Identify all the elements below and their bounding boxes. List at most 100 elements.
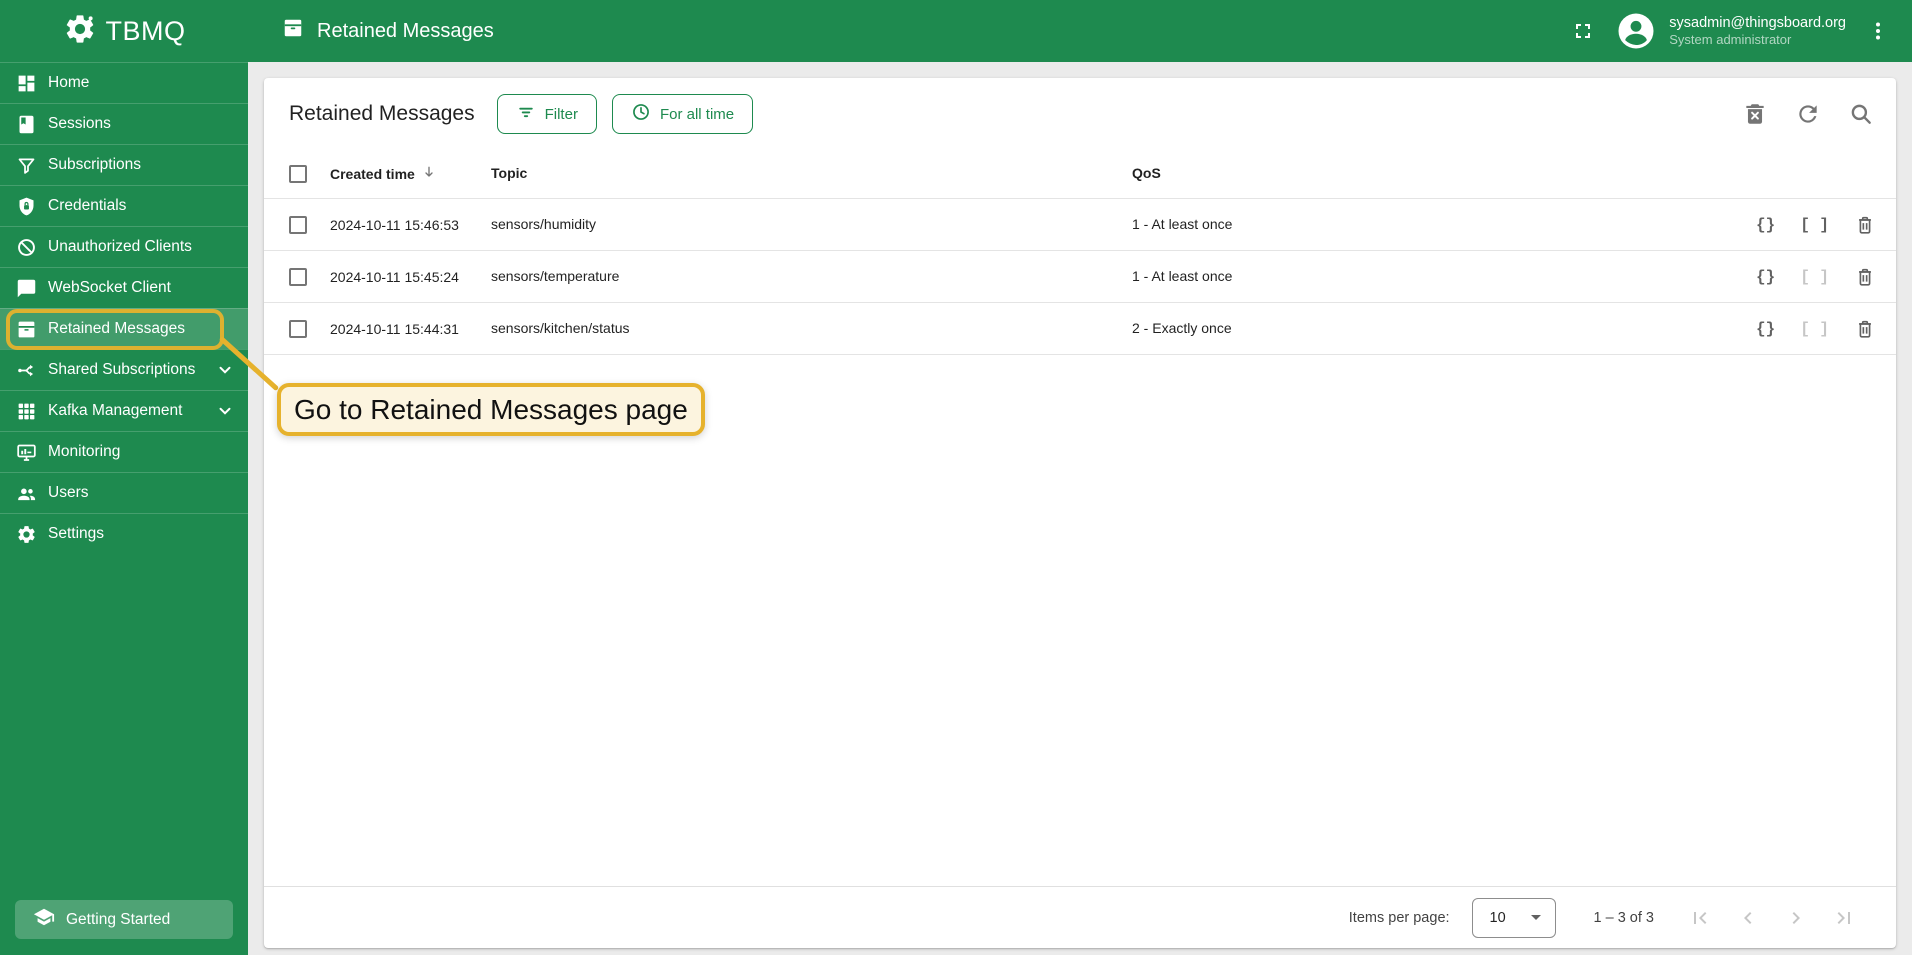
delete-row-button[interactable] <box>1854 214 1876 236</box>
items-per-page-select[interactable]: 10 <box>1472 898 1556 938</box>
sidebar-item-label: Sessions <box>48 115 111 133</box>
archive-icon <box>282 17 304 45</box>
column-header-qos[interactable]: QoS <box>1132 165 1726 183</box>
row-checkbox[interactable] <box>289 216 307 234</box>
show-payload-json-button[interactable]: {} <box>1756 268 1775 286</box>
chevron-down-icon <box>216 361 234 379</box>
sidebar-item-label: Shared Subscriptions <box>48 361 195 379</box>
sidebar-item-label: Unauthorized Clients <box>48 238 192 256</box>
delete-row-button[interactable] <box>1854 318 1876 340</box>
fullscreen-button[interactable] <box>1571 19 1595 43</box>
sidebar-item-label: Users <box>48 484 88 502</box>
page-title: Retained Messages <box>289 102 475 126</box>
sidebar-item-credentials[interactable]: Credentials <box>0 185 248 226</box>
sidebar-item-label: Kafka Management <box>48 402 182 420</box>
pagination-range-label: 1 – 3 of 3 <box>1594 910 1654 926</box>
search-icon[interactable] <box>1848 101 1874 127</box>
sidebar-item-settings[interactable]: Settings <box>0 513 248 554</box>
select-all-checkbox[interactable] <box>289 165 307 183</box>
sidebar-item-unauthorized-clients[interactable]: Unauthorized Clients <box>0 226 248 267</box>
sidebar-item-kafka-management[interactable]: Kafka Management <box>0 390 248 431</box>
gear-icon <box>13 521 39 547</box>
user-properties-button[interactable]: [ ] <box>1800 216 1829 234</box>
tbmq-gear-logo-icon <box>63 12 97 51</box>
tbmq-logo[interactable]: TBMQ <box>0 0 248 62</box>
monitor-icon <box>13 439 39 465</box>
sidebar-item-label: WebSocket Client <box>48 279 171 297</box>
filter-button[interactable]: Filter <box>497 94 597 134</box>
people-icon <box>13 480 39 506</box>
sidebar-item-monitoring[interactable]: Monitoring <box>0 431 248 472</box>
blocked-icon <box>13 234 39 260</box>
topbar-right: sysadmin@thingsboard.org System administ… <box>1571 10 1890 52</box>
sidebar-item-shared-subscriptions[interactable]: Shared Subscriptions <box>0 349 248 390</box>
pagination-controls <box>1688 906 1856 930</box>
last-page-button[interactable] <box>1832 906 1856 930</box>
clock-icon <box>631 102 651 126</box>
user-avatar[interactable] <box>1615 10 1657 52</box>
tbmq-app: TBMQ Home Sessions Subscriptions <box>0 0 1912 955</box>
table-row[interactable]: 2024-10-11 15:46:53 sensors/humidity 1 -… <box>264 199 1896 251</box>
apps-grid-icon <box>13 398 39 424</box>
sidebar-menu: Home Sessions Subscriptions Credentials <box>0 62 248 554</box>
column-header-topic[interactable]: Topic <box>491 165 1132 183</box>
chat-icon <box>13 275 39 301</box>
row-checkbox[interactable] <box>289 320 307 338</box>
more-vert-menu-button[interactable] <box>1866 19 1890 43</box>
time-range-button-label: For all time <box>660 106 734 123</box>
table-row[interactable]: 2024-10-11 15:44:31 sensors/kitchen/stat… <box>264 303 1896 355</box>
retained-messages-card: Retained Messages Filter For all time <box>264 78 1896 948</box>
user-info[interactable]: sysadmin@thingsboard.org System administ… <box>1669 14 1846 48</box>
created-time-cell: 2024-10-11 15:45:24 <box>330 269 459 285</box>
column-header-created-time[interactable]: Created time <box>330 164 491 185</box>
sidebar: TBMQ Home Sessions Subscriptions <box>0 0 248 955</box>
clear-all-retained-messages-button[interactable] <box>1742 101 1768 127</box>
sidebar-item-retained-messages[interactable]: Retained Messages <box>0 308 248 349</box>
topbar-title-text: Retained Messages <box>317 20 494 43</box>
shield-lock-icon <box>13 193 39 219</box>
next-page-button[interactable] <box>1784 906 1808 930</box>
pagination-bar: Items per page: 10 1 – 3 of 3 <box>264 886 1896 948</box>
filter-button-label: Filter <box>545 106 578 123</box>
table-row[interactable]: 2024-10-11 15:45:24 sensors/temperature … <box>264 251 1896 303</box>
created-time-cell: 2024-10-11 15:44:31 <box>330 321 459 337</box>
qos-cell: 1 - At least once <box>1132 216 1232 232</box>
items-per-page-label: Items per page: <box>1349 910 1450 926</box>
filter-lines-icon <box>516 102 536 126</box>
sidebar-item-label: Monitoring <box>48 443 120 461</box>
user-email: sysadmin@thingsboard.org <box>1669 14 1846 32</box>
row-checkbox[interactable] <box>289 268 307 286</box>
sort-descending-icon <box>421 164 437 185</box>
delete-row-button[interactable] <box>1854 266 1876 288</box>
qos-cell: 1 - At least once <box>1132 268 1232 284</box>
previous-page-button[interactable] <box>1736 906 1760 930</box>
topbar-title: Retained Messages <box>282 17 494 45</box>
sidebar-spacer <box>0 554 248 900</box>
sidebar-item-websocket-client[interactable]: WebSocket Client <box>0 267 248 308</box>
topic-cell: sensors/temperature <box>491 268 619 284</box>
sidebar-item-home[interactable]: Home <box>0 62 248 103</box>
topic-cell: sensors/humidity <box>491 216 596 232</box>
refresh-button[interactable] <box>1795 101 1821 127</box>
dropdown-caret-icon <box>1531 915 1541 920</box>
first-page-button[interactable] <box>1688 906 1712 930</box>
sidebar-item-subscriptions[interactable]: Subscriptions <box>0 144 248 185</box>
getting-started-label: Getting Started <box>66 911 170 929</box>
show-payload-json-button[interactable]: {} <box>1756 320 1775 338</box>
time-range-button[interactable]: For all time <box>612 94 753 134</box>
topic-cell: sensors/kitchen/status <box>491 320 630 336</box>
created-time-cell: 2024-10-11 15:46:53 <box>330 217 459 233</box>
items-per-page-value: 10 <box>1490 910 1506 926</box>
table-toolbar-icons <box>1742 101 1874 127</box>
sidebar-item-users[interactable]: Users <box>0 472 248 513</box>
funnel-icon <box>13 152 39 178</box>
sidebar-item-label: Subscriptions <box>48 156 141 174</box>
user-properties-button-disabled: [ ] <box>1800 320 1829 338</box>
qos-cell: 2 - Exactly once <box>1132 320 1232 336</box>
dashboard-icon <box>13 70 39 96</box>
getting-started-button[interactable]: Getting Started <box>15 900 233 939</box>
show-payload-json-button[interactable]: {} <box>1756 216 1775 234</box>
annotation-tooltip: Go to Retained Messages page <box>277 383 705 436</box>
book-icon <box>13 111 39 137</box>
sidebar-item-sessions[interactable]: Sessions <box>0 103 248 144</box>
